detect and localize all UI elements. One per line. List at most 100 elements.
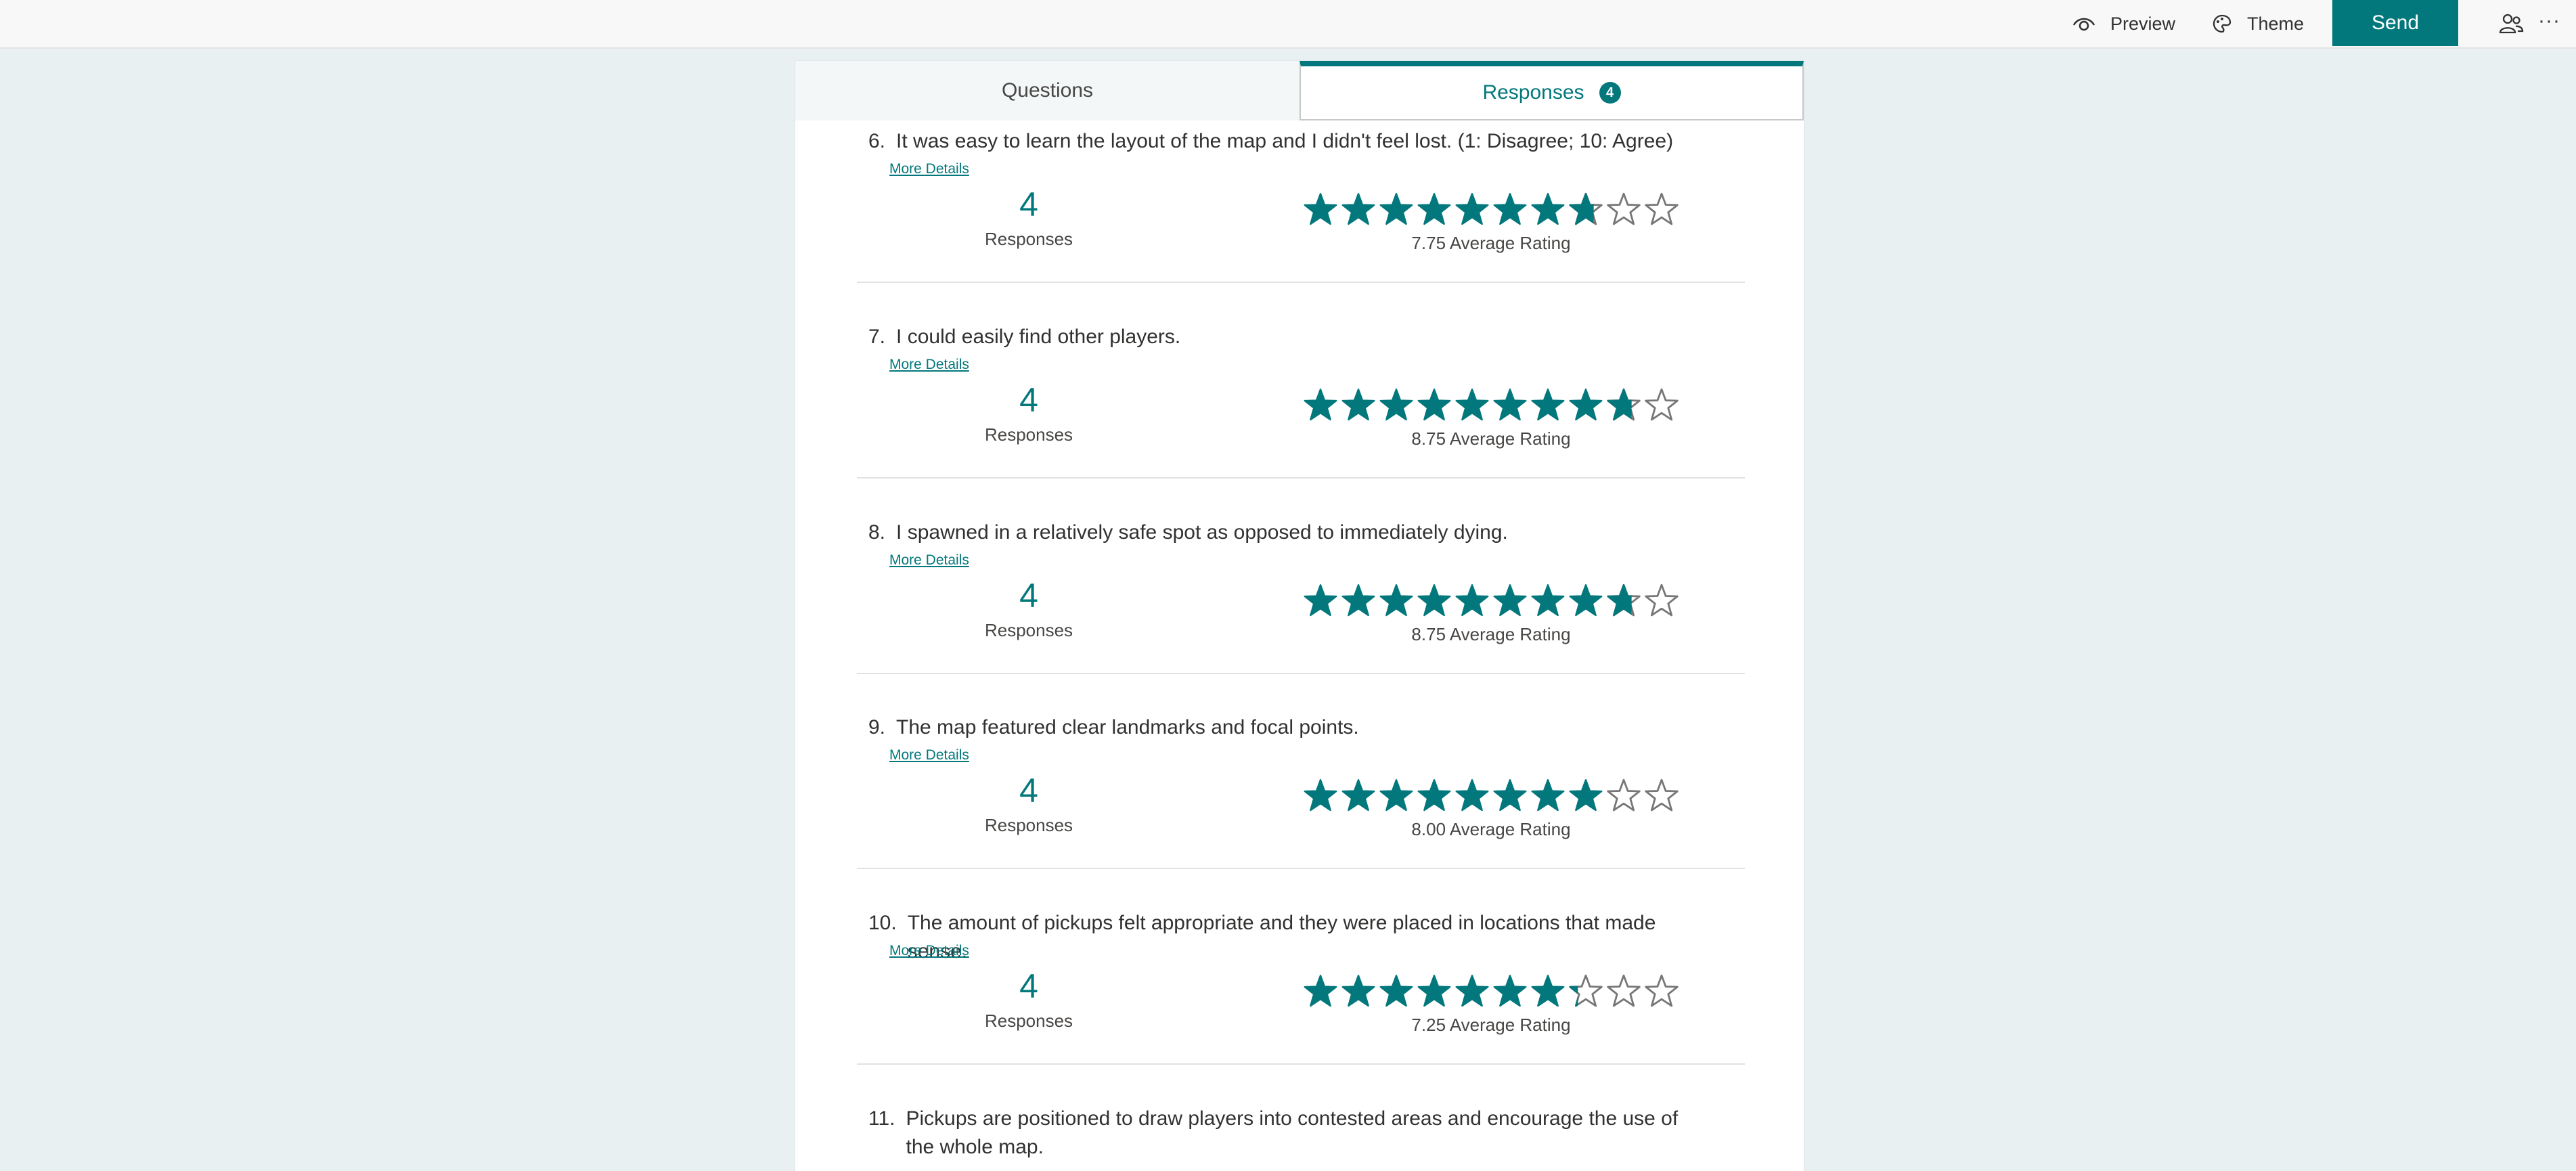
average-rating-label: 8.75 Average Rating bbox=[1411, 624, 1571, 644]
star-icon bbox=[1531, 584, 1565, 617]
response-count-label: Responses bbox=[984, 815, 1073, 835]
star-icon bbox=[1341, 584, 1375, 617]
star-icon bbox=[1455, 975, 1489, 1007]
star-icon bbox=[1341, 975, 1375, 1007]
average-rating-label: 7.75 Average Rating bbox=[1411, 233, 1571, 253]
question-divider bbox=[857, 868, 1745, 869]
star-icon bbox=[1569, 389, 1603, 421]
more-details-link[interactable]: More Details bbox=[889, 747, 969, 764]
question-number: 8. bbox=[868, 521, 886, 544]
star-icon bbox=[1304, 975, 1337, 1007]
question-title: 6. It was easy to learn the layout of th… bbox=[868, 127, 1687, 156]
star-icon bbox=[1607, 778, 1641, 812]
more-details-link[interactable]: More Details bbox=[889, 552, 969, 569]
question-text: I could easily find other players. bbox=[896, 326, 1181, 348]
tab-questions-label: Questions bbox=[1001, 79, 1094, 102]
question-text: The map featured clear landmarks and foc… bbox=[896, 716, 1359, 738]
star-icon bbox=[1379, 975, 1413, 1007]
star-icon bbox=[1607, 583, 1641, 617]
tab-responses[interactable]: Responses 4 bbox=[1300, 61, 1804, 120]
star-icon bbox=[1569, 584, 1603, 617]
people-icon bbox=[2499, 14, 2524, 34]
tab-responses-label: Responses bbox=[1482, 81, 1584, 104]
star-icon bbox=[1645, 778, 1679, 812]
star-icon bbox=[1645, 388, 1679, 421]
star-icon bbox=[1304, 389, 1337, 421]
star-icon bbox=[1379, 389, 1413, 421]
star-icon bbox=[1531, 193, 1565, 225]
tab-questions[interactable]: Questions bbox=[795, 61, 1300, 120]
send-button[interactable]: Send bbox=[2332, 0, 2458, 46]
question-divider bbox=[857, 1063, 1745, 1065]
star-icon bbox=[1455, 193, 1489, 225]
theme-button[interactable]: Theme bbox=[2212, 0, 2304, 47]
average-rating-label: 8.00 Average Rating bbox=[1411, 819, 1571, 839]
response-count: 4 bbox=[1019, 967, 1038, 1005]
star-icon bbox=[1455, 389, 1489, 421]
star-icon bbox=[1341, 389, 1375, 421]
average-rating-label: 8.75 Average Rating bbox=[1411, 428, 1571, 449]
star-icon bbox=[1607, 388, 1641, 421]
question-text: Pickups are positioned to draw players i… bbox=[906, 1107, 1679, 1158]
question-number: 7. bbox=[868, 326, 886, 348]
star-icon bbox=[1493, 779, 1527, 812]
star-icon bbox=[1531, 389, 1565, 421]
more-details-link[interactable]: More Details bbox=[889, 357, 969, 373]
star-icon bbox=[1379, 584, 1413, 617]
star-icon bbox=[1569, 779, 1603, 812]
star-icon bbox=[1417, 584, 1451, 617]
star-icon bbox=[1341, 193, 1375, 225]
question-title: 8. I spawned in a relatively safe spot a… bbox=[868, 518, 1687, 547]
star-icon bbox=[1607, 192, 1641, 225]
star-icon bbox=[1531, 975, 1565, 1007]
preview-button[interactable]: Preview bbox=[2072, 0, 2175, 47]
star-icon bbox=[1455, 779, 1489, 812]
star-icon bbox=[1569, 192, 1603, 225]
star-icon bbox=[1493, 389, 1527, 421]
question-number: 6. bbox=[868, 130, 886, 152]
star-icon bbox=[1304, 779, 1337, 812]
star-icon bbox=[1493, 193, 1527, 225]
star-icon bbox=[1417, 193, 1451, 225]
star-icon bbox=[1645, 583, 1679, 617]
more-options-button[interactable]: ··· bbox=[2538, 9, 2560, 32]
send-label: Send bbox=[2371, 12, 2420, 34]
share-people-button[interactable] bbox=[2497, 12, 2525, 37]
star-icon bbox=[1455, 584, 1489, 617]
star-icon bbox=[1607, 974, 1641, 1007]
responses-panel: Questions Responses 4 6. It was easy to … bbox=[795, 61, 1804, 1171]
question-text: It was easy to learn the layout of the m… bbox=[896, 130, 1674, 152]
response-count: 4 bbox=[1019, 381, 1038, 419]
responses-count-badge: 4 bbox=[1599, 82, 1621, 104]
question-divider bbox=[857, 673, 1745, 674]
question-title: 7. I could easily find other players. bbox=[868, 323, 1687, 351]
star-icon bbox=[1493, 584, 1527, 617]
star-icon bbox=[1379, 779, 1413, 812]
question-text: The amount of pickups felt appropriate a… bbox=[907, 912, 1656, 963]
question-divider bbox=[857, 477, 1745, 479]
response-count: 4 bbox=[1019, 772, 1038, 810]
theme-label: Theme bbox=[2247, 13, 2305, 34]
question-title: 9. The map featured clear landmarks and … bbox=[868, 713, 1687, 742]
response-count: 4 bbox=[1019, 577, 1038, 615]
question-number: 9. bbox=[868, 716, 886, 738]
question-title: 10. The amount of pickups felt appropria… bbox=[868, 909, 1687, 966]
star-icon bbox=[1417, 779, 1451, 812]
question-number: 11. bbox=[868, 1107, 895, 1130]
star-icon bbox=[1417, 975, 1451, 1007]
star-icon bbox=[1304, 193, 1337, 225]
question-text: I spawned in a relatively safe spot as o… bbox=[896, 521, 1508, 544]
star-icon bbox=[1417, 389, 1451, 421]
average-rating-label: 7.25 Average Rating bbox=[1411, 1015, 1571, 1035]
star-icon bbox=[1645, 192, 1679, 225]
star-icon bbox=[1379, 193, 1413, 225]
response-count-label: Responses bbox=[984, 620, 1073, 640]
star-icon bbox=[1493, 975, 1527, 1007]
more-details-link[interactable]: More Details bbox=[889, 943, 969, 959]
palette-icon bbox=[2213, 14, 2231, 33]
eye-icon bbox=[2072, 18, 2095, 31]
response-count-label: Responses bbox=[984, 229, 1073, 249]
question-divider bbox=[857, 282, 1745, 283]
response-count-label: Responses bbox=[984, 424, 1073, 445]
more-details-link[interactable]: More Details bbox=[889, 161, 969, 177]
